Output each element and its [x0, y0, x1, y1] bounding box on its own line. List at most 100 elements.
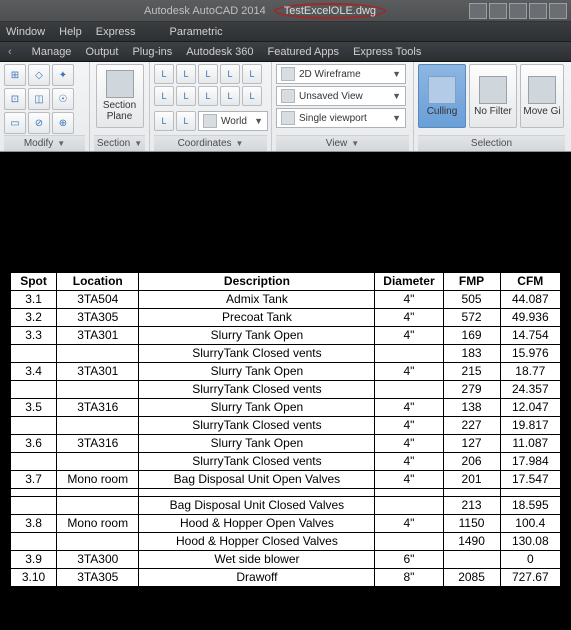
header-cfm: CFM	[500, 273, 560, 291]
coord-tool-11[interactable]: L	[154, 111, 174, 131]
cell-spot: 3.6	[11, 435, 57, 453]
modify-tool-1[interactable]: ⊞	[4, 64, 26, 86]
coord-tool-7[interactable]: L	[176, 86, 196, 106]
modify-tool-2[interactable]: ◇	[28, 64, 50, 86]
table-cell	[375, 489, 443, 497]
cell-location: 3TA504	[57, 291, 139, 309]
title-icon-4[interactable]	[529, 3, 547, 19]
section-label[interactable]: Section▼	[94, 135, 145, 151]
title-icon-1[interactable]	[469, 3, 487, 19]
table-cell	[500, 489, 560, 497]
coord-tool-9[interactable]: L	[220, 86, 240, 106]
title-icon-3[interactable]	[509, 3, 527, 19]
chevron-down-icon: ▼	[392, 113, 401, 123]
app-title: Autodesk AutoCAD 2014	[144, 5, 266, 17]
coord-tool-8[interactable]: L	[198, 86, 218, 106]
coord-tool-5[interactable]: L	[242, 64, 262, 84]
coord-tool-6[interactable]: L	[154, 86, 174, 106]
modify-label[interactable]: Modify▼	[4, 135, 85, 151]
ribbon-group-modify: ⊞ ◇ ✦ ⊡ ◫ ☉ ▭ ⊘ ⊕ Modify▼	[0, 62, 90, 151]
coordinates-label-text: Coordinates	[178, 138, 232, 149]
modify-tool-6[interactable]: ☉	[52, 88, 74, 110]
view-label-text: View	[326, 138, 348, 149]
cell-cfm: 49.936	[500, 309, 560, 327]
tab-featured[interactable]: Featured Apps	[268, 46, 340, 58]
coord-world-dropdown[interactable]: World ▼	[198, 111, 268, 131]
saved-view-dropdown[interactable]: Unsaved View ▼	[276, 86, 406, 106]
cell-spot: 3.5	[11, 399, 57, 417]
cell-location: 3TA316	[57, 399, 139, 417]
cell-fmp: 1150	[443, 515, 500, 533]
table-row	[11, 489, 561, 497]
table-row: 3.7Mono roomBag Disposal Unit Open Valve…	[11, 471, 561, 489]
header-fmp: FMP	[443, 273, 500, 291]
modify-tool-4[interactable]: ⊡	[4, 88, 26, 110]
menu-window[interactable]: Window	[6, 26, 45, 38]
title-bar: Autodesk AutoCAD 2014 TestExcelOLE.dwg	[0, 0, 571, 22]
cell-spot	[11, 417, 57, 435]
table-cell	[443, 489, 500, 497]
cell-description: Slurry Tank Open	[139, 399, 375, 417]
ole-excel-table[interactable]: Spot Location Description Diameter FMP C…	[10, 272, 561, 587]
cell-cfm: 15.976	[500, 345, 560, 363]
table-row: 3.23TA305Precoat Tank4"57249.936	[11, 309, 561, 327]
cell-diameter: 6"	[375, 551, 443, 569]
globe-icon	[203, 114, 217, 128]
ribbon-group-selection: Culling No Filter Move Gi Selection	[414, 62, 569, 151]
nofilter-button[interactable]: No Filter	[469, 64, 517, 128]
cell-description: SlurryTank Closed vents	[139, 453, 375, 471]
title-icon-2[interactable]	[489, 3, 507, 19]
menu-help[interactable]: Help	[59, 26, 82, 38]
coord-world-text: World	[221, 116, 250, 127]
modify-tool-5[interactable]: ◫	[28, 88, 50, 110]
coord-tool-3[interactable]: L	[198, 64, 218, 84]
cell-description: Slurry Tank Open	[139, 327, 375, 345]
modify-tool-7[interactable]: ▭	[4, 112, 26, 134]
cell-fmp: 505	[443, 291, 500, 309]
cell-location: 3TA305	[57, 309, 139, 327]
cell-cfm: 18.77	[500, 363, 560, 381]
cell-cfm: 24.357	[500, 381, 560, 399]
cell-diameter: 4"	[375, 363, 443, 381]
visual-style-dropdown[interactable]: 2D Wireframe ▼	[276, 64, 406, 84]
culling-button[interactable]: Culling	[418, 64, 466, 128]
coord-tool-1[interactable]: L	[154, 64, 174, 84]
cell-location: Mono room	[57, 515, 139, 533]
visual-style-text: 2D Wireframe	[299, 69, 388, 80]
tab-plugins[interactable]: Plug-ins	[132, 46, 172, 58]
viewport-dropdown[interactable]: Single viewport ▼	[276, 108, 406, 128]
coord-tool-4[interactable]: L	[220, 64, 240, 84]
table-row: SlurryTank Closed vents4"20617.984	[11, 453, 561, 471]
tab-expresstools[interactable]: Express Tools	[353, 46, 421, 58]
coordinates-label[interactable]: Coordinates▼	[154, 135, 267, 151]
cell-description: Hood & Hopper Open Valves	[139, 515, 375, 533]
menu-bar: Window Help Express Parametric	[0, 22, 571, 42]
coord-tool-2[interactable]: L	[176, 64, 196, 84]
movegizmo-button[interactable]: Move Gi	[520, 64, 564, 128]
drawing-area[interactable]: Spot Location Description Diameter FMP C…	[0, 152, 571, 630]
coord-tool-10[interactable]: L	[242, 86, 262, 106]
menu-parametric[interactable]: Parametric	[170, 26, 223, 38]
title-icon-5[interactable]	[549, 3, 567, 19]
modify-tool-3[interactable]: ✦	[52, 64, 74, 86]
movegizmo-label: Move Gi	[523, 106, 560, 117]
cell-fmp: 201	[443, 471, 500, 489]
tab-scroll-left-icon[interactable]: ‹	[8, 46, 18, 58]
coord-tool-12[interactable]: L	[176, 111, 196, 131]
menu-express[interactable]: Express	[96, 26, 136, 38]
chevron-down-icon: ▼	[254, 116, 263, 126]
cell-spot: 3.3	[11, 327, 57, 345]
table-header-row: Spot Location Description Diameter FMP C…	[11, 273, 561, 291]
table-cell	[139, 489, 375, 497]
modify-tool-9[interactable]: ⊕	[52, 112, 74, 134]
view-label[interactable]: View▼	[276, 135, 409, 151]
cell-spot: 3.1	[11, 291, 57, 309]
header-description: Description	[139, 273, 375, 291]
tab-output[interactable]: Output	[85, 46, 118, 58]
tab-autodesk360[interactable]: Autodesk 360	[186, 46, 253, 58]
section-plane-button[interactable]: Section Plane	[96, 64, 144, 128]
modify-tool-8[interactable]: ⊘	[28, 112, 50, 134]
tab-manage[interactable]: Manage	[32, 46, 72, 58]
table-row: 3.43TA301Slurry Tank Open4"21518.77	[11, 363, 561, 381]
cell-diameter: 4"	[375, 435, 443, 453]
